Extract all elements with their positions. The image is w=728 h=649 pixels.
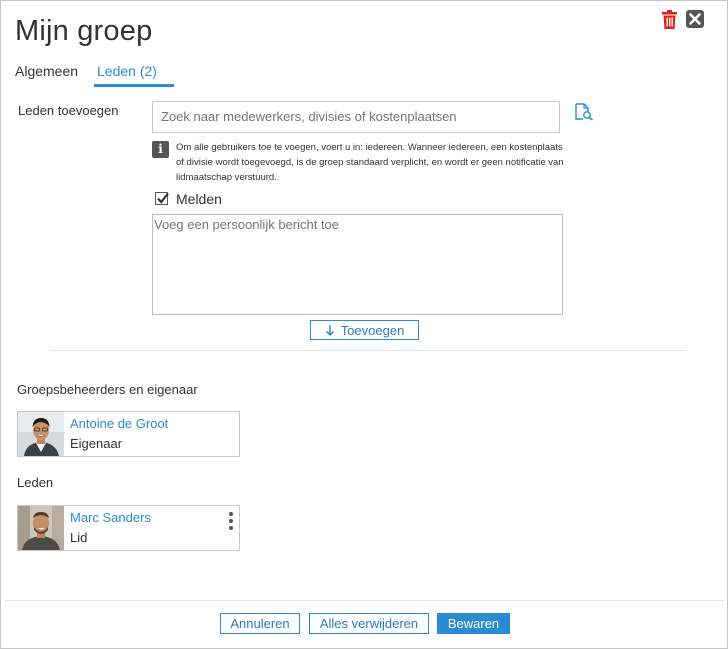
notify-checkbox[interactable] [155, 192, 169, 205]
member-search-input[interactable] [152, 101, 560, 133]
save-button[interactable]: Bewaren [437, 613, 510, 634]
dialog-title: Mijn groep [15, 15, 153, 47]
checkmark-icon [157, 192, 169, 204]
trash-icon[interactable] [661, 10, 678, 29]
personal-message-input[interactable] [152, 214, 563, 315]
info-icon: i [152, 141, 169, 158]
arrow-down-icon [325, 325, 334, 336]
members-section-label: Leden [17, 475, 54, 490]
active-tab-indicator [94, 84, 174, 87]
member-role: Eigenaar [70, 436, 123, 451]
search-document-icon[interactable] [574, 103, 594, 121]
member-name-link[interactable]: Antoine de Groot [70, 416, 168, 431]
section-divider [50, 350, 685, 351]
tab-general[interactable]: Algemeen [15, 63, 78, 79]
add-members-label: Leden toevoegen [18, 103, 119, 118]
add-button-label: Toevoegen [340, 322, 405, 338]
remove-all-button[interactable]: Alles verwijderen [309, 613, 429, 634]
footer-divider [5, 600, 725, 601]
member-role: Lid [70, 530, 88, 545]
admins-section-label: Groepsbeheerders en eigenaar [17, 382, 198, 397]
close-icon[interactable] [686, 10, 704, 28]
info-text: Om alle gebruikers toe te voegen, voert … [176, 142, 564, 183]
cancel-button[interactable]: Annuleren [220, 613, 300, 634]
member-card-owner: Antoine de Groot Eigenaar [17, 411, 240, 457]
avatar [18, 412, 64, 456]
member-name-link[interactable]: Marc Sanders [70, 510, 151, 525]
avatar [18, 506, 64, 550]
add-button[interactable]: Toevoegen [310, 320, 419, 340]
group-dialog: Mijn groep Algemeen Leden (2) Leden toev… [0, 0, 728, 649]
more-vertical-icon[interactable] [227, 512, 235, 532]
notify-label[interactable]: Melden [176, 191, 222, 207]
member-card: Marc Sanders Lid [17, 505, 240, 551]
tab-members[interactable]: Leden (2) [97, 63, 157, 79]
